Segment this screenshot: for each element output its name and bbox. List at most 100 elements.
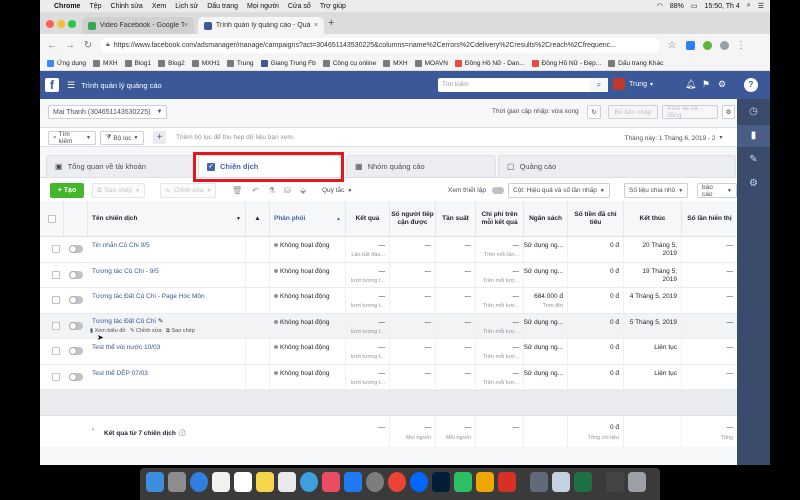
- bookmark-folder[interactable]: Blog1: [124, 59, 151, 67]
- preview-icon[interactable]: [552, 472, 570, 492]
- chrome-icon[interactable]: [388, 472, 406, 492]
- back-icon[interactable]: ←: [46, 40, 58, 51]
- bookmark-link[interactable]: Đồng Hồ Nữ - Dan...: [454, 59, 525, 67]
- close-tab-icon[interactable]: ×: [314, 22, 318, 29]
- undo-icon[interactable]: ↶: [252, 186, 259, 195]
- date-range-picker[interactable]: Tháng này: 1 Tháng 6, 2019 - 2 ▼: [618, 131, 730, 145]
- trash-icon[interactable]: [628, 472, 646, 492]
- table-row[interactable]: Test thể DÉP 07/03 Không hoạt động — lượt…: [40, 364, 737, 390]
- expand-icon[interactable]: ›: [92, 427, 94, 433]
- gear-icon[interactable]: ⚙: [718, 79, 726, 90]
- menu-help[interactable]: Trợ giúp: [320, 3, 346, 10]
- tab-account-overview[interactable]: ▣ Tổng quan về tài khoản: [46, 155, 196, 177]
- finder-icon[interactable]: [146, 472, 164, 492]
- refresh-button[interactable]: ↻: [587, 105, 601, 119]
- profile-icon[interactable]: [720, 40, 729, 50]
- columns-dropdown[interactable]: Cột: Hiệu quả và số lần nhấp ▼: [508, 183, 610, 198]
- app-icon[interactable]: [476, 472, 494, 492]
- campaign-name-cell[interactable]: Tương tác Củ Chi - 9/5: [88, 262, 246, 288]
- table-row[interactable]: Tin nhắn Củ Chi 9/5 Không hoạt động — Lần…: [40, 237, 737, 263]
- col-reach[interactable]: Số người tiếp cận được: [390, 201, 436, 237]
- campaign-toggle[interactable]: [69, 321, 83, 330]
- tab-ad-sets[interactable]: ▦ Nhóm quảng cáo: [346, 155, 496, 177]
- col-impressions[interactable]: Số lần hiển thị: [682, 201, 737, 237]
- edit-button[interactable]: ✎ Chỉnh sửa ▼: [160, 183, 217, 198]
- review-publish-button[interactable]: Xem lại và đăng: [662, 105, 718, 119]
- browser-tab-video-facebook[interactable]: Video Facebook - Google Trang ×: [82, 17, 194, 34]
- ab-test-icon[interactable]: ⚗: [268, 186, 275, 195]
- fb-user[interactable]: Trung ▾: [613, 78, 653, 90]
- tag-icon[interactable]: ⬙: [300, 186, 306, 195]
- extension-icon[interactable]: [686, 40, 695, 50]
- system-preferences-icon[interactable]: [366, 472, 384, 492]
- zalo-icon[interactable]: [410, 472, 428, 492]
- mail-icon[interactable]: [212, 472, 230, 492]
- menu-file[interactable]: Tệp: [89, 3, 101, 10]
- campaign-toggle[interactable]: [69, 296, 83, 304]
- bookmark-star-icon[interactable]: ☆: [666, 40, 678, 51]
- settings-button[interactable]: ⚙: [722, 105, 735, 119]
- row-checkbox[interactable]: [52, 270, 60, 279]
- bookmark-apps[interactable]: Ứng dụng: [47, 59, 86, 67]
- menu-history[interactable]: Lịch sử: [175, 3, 198, 10]
- launchpad-icon[interactable]: [168, 472, 186, 492]
- row-checkbox[interactable]: [52, 296, 60, 304]
- reload-icon[interactable]: ↻: [82, 40, 94, 51]
- facebook-logo[interactable]: f: [45, 78, 59, 92]
- tab-ads[interactable]: ▢ Quảng cáo: [498, 155, 736, 177]
- bookmark-link[interactable]: Giang Trung Fb: [260, 59, 316, 67]
- col-cost-per-result[interactable]: Chi phí trên mỗi kết quả: [476, 201, 524, 237]
- forward-icon[interactable]: →: [64, 40, 76, 51]
- clock[interactable]: 15:50, Th 4: [705, 3, 740, 10]
- pencil-icon[interactable]: ✎: [158, 318, 163, 325]
- campaign-name-cell[interactable]: Test thể vòi nước 10/03: [88, 339, 246, 364]
- menu-edit[interactable]: Chỉnh sửa: [111, 3, 143, 10]
- pencil-icon[interactable]: ✎: [737, 149, 770, 171]
- bookmark-link[interactable]: Đồng Hồ Nữ - Đẹp...: [531, 59, 601, 67]
- ads-manager-title[interactable]: Trình quản lý quảng cáo: [81, 81, 162, 90]
- more-menu-icon[interactable]: ⋮: [735, 40, 747, 51]
- campaign-toggle[interactable]: [69, 372, 83, 381]
- hamburger-menu-icon[interactable]: ☰: [67, 80, 75, 91]
- help-icon[interactable]: ?: [744, 78, 758, 92]
- bookmark-folder[interactable]: Công cụ online: [322, 59, 376, 67]
- menu-people[interactable]: Mọi người: [247, 3, 279, 10]
- campaign-name[interactable]: Tương tác Củ Chi - 9/5: [92, 268, 159, 275]
- col-amount-spent[interactable]: Số tiền đã chi tiêu: [568, 201, 624, 237]
- app-store-icon[interactable]: [344, 472, 362, 492]
- campaign-name[interactable]: Tương tác Đất Củ Chi: [92, 318, 156, 325]
- account-selector[interactable]: Mai Thanh (304651143530225) ▼: [48, 105, 168, 119]
- row-checkbox[interactable]: [52, 347, 60, 355]
- col-results[interactable]: Kết quả: [346, 201, 390, 237]
- row-checkbox[interactable]: [52, 245, 60, 253]
- reminders-icon[interactable]: [278, 472, 296, 492]
- breakdown-dropdown[interactable]: Số liệu chia nhỏ ▼: [624, 183, 689, 198]
- address-bar[interactable]: 🔒︎ https://www.facebook.com/adsmanager/m…: [100, 37, 660, 53]
- menu-view[interactable]: Xem: [152, 3, 166, 10]
- campaign-name[interactable]: Test thể vòi nước 10/03: [92, 344, 160, 351]
- app-icon[interactable]: [498, 472, 516, 492]
- col-frequency[interactable]: Tần suất: [436, 201, 476, 237]
- info-icon[interactable]: ⓘ: [179, 430, 186, 437]
- edit-link[interactable]: Chỉnh sửa: [136, 328, 161, 334]
- new-tab-button[interactable]: +: [328, 17, 334, 29]
- rules-dropdown[interactable]: Quy tắc ▼: [318, 183, 357, 198]
- menu-app-name[interactable]: Chrome: [54, 3, 80, 10]
- bookmark-folder[interactable]: Blog2: [158, 59, 185, 67]
- wifi-icon[interactable]: ◠: [657, 2, 663, 10]
- campaign-name-cell[interactable]: Tương tác Đất Củ Chi - Page Hóc Môn: [88, 288, 246, 313]
- bookmark-folder[interactable]: MXH: [383, 59, 408, 67]
- messages-icon[interactable]: [300, 472, 318, 492]
- bookmark-folder[interactable]: MOAVN: [414, 59, 448, 67]
- safari-icon[interactable]: [190, 472, 208, 492]
- close-window-icon[interactable]: [46, 20, 54, 28]
- trash-icon[interactable]: 🗑︎: [232, 186, 242, 195]
- maximize-window-icon[interactable]: [68, 20, 76, 28]
- fb-search-input[interactable]: Tìm kiếm ⌕: [438, 78, 608, 92]
- table-row[interactable]: Test thể vòi nước 10/03 Không hoạt động …: [40, 339, 737, 365]
- battery-icon[interactable]: ▭: [691, 2, 698, 10]
- filter-dropdown[interactable]: ⧩ Bộ lọc ▼: [100, 131, 144, 145]
- app-icon[interactable]: [606, 472, 624, 492]
- bell-icon[interactable]: 🔔︎: [685, 79, 696, 90]
- photoshop-icon[interactable]: [432, 472, 450, 492]
